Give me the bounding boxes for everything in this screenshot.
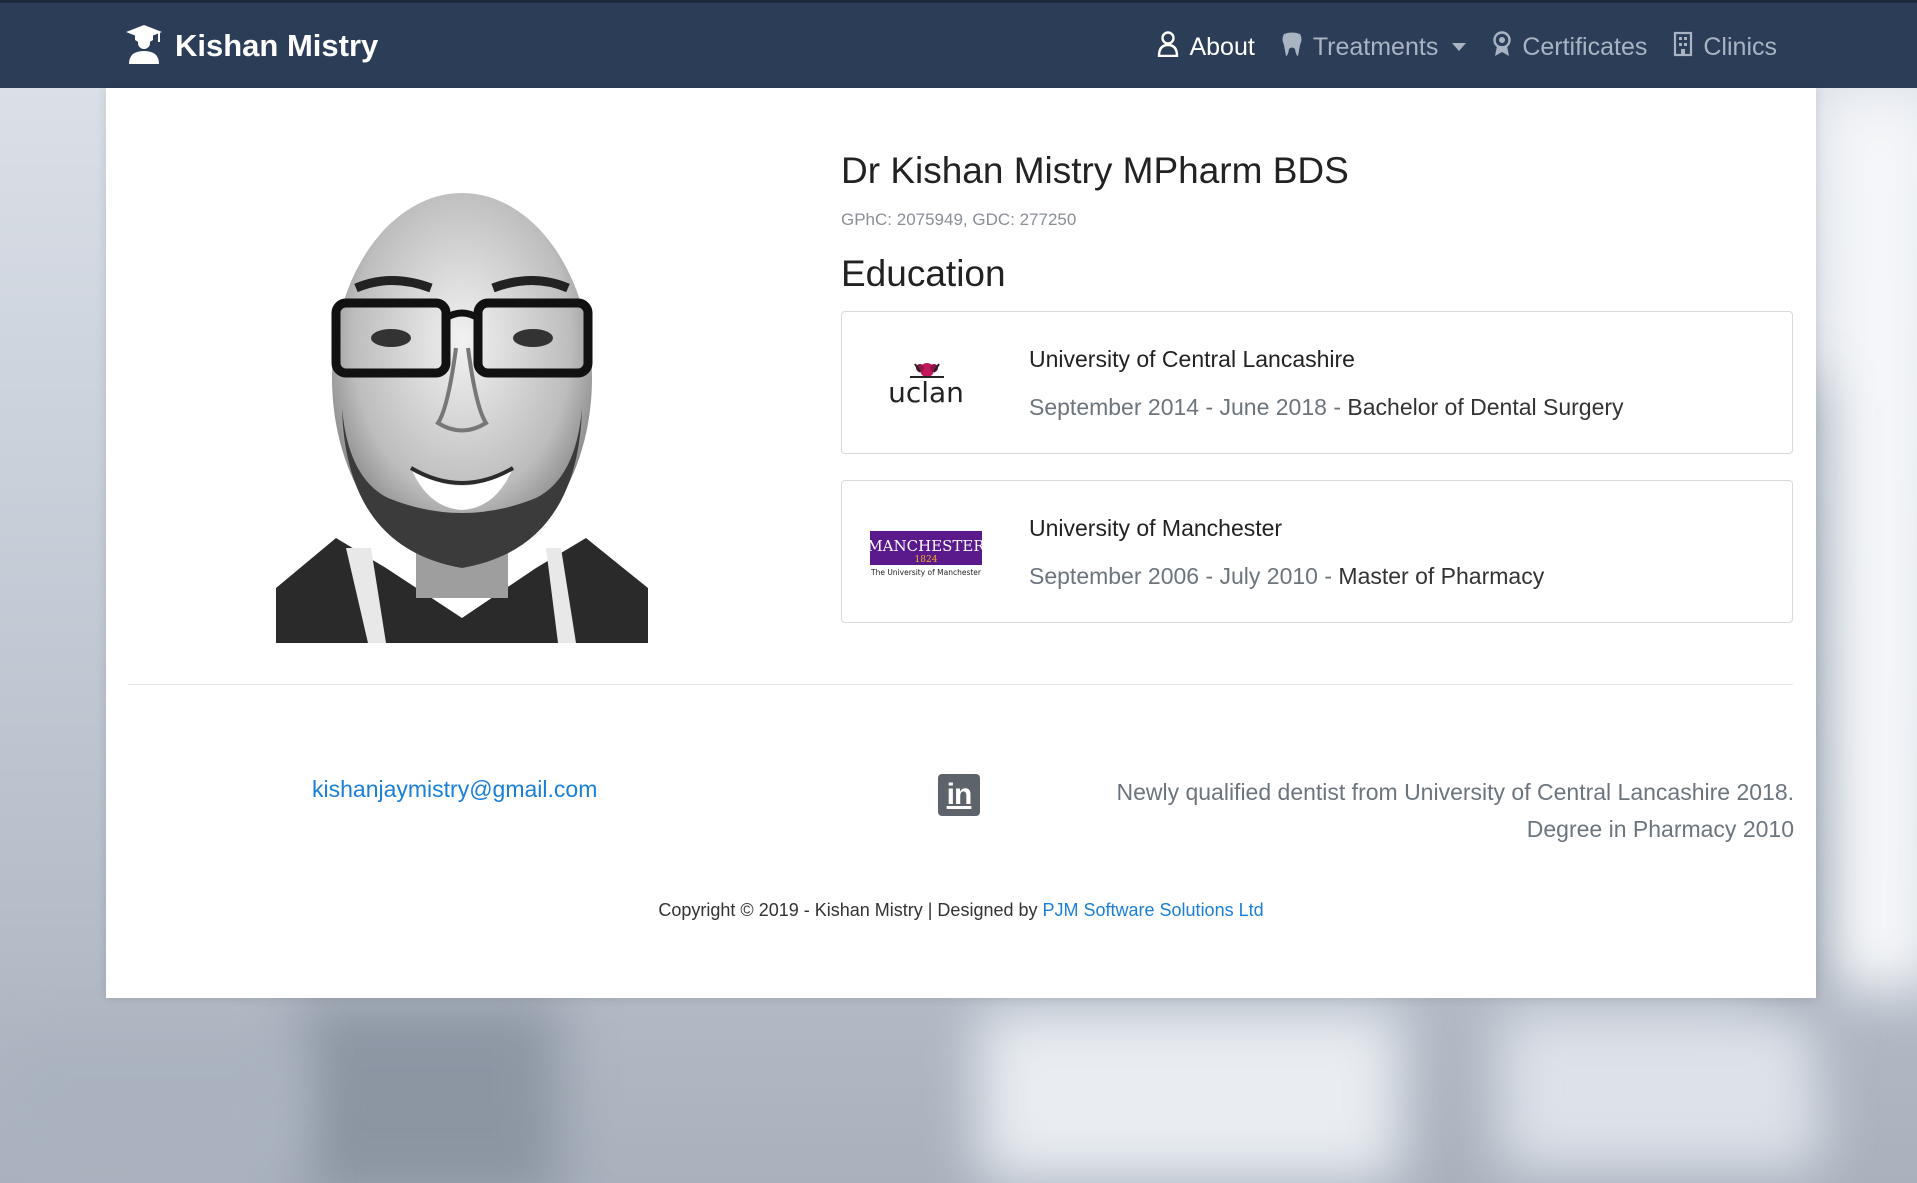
linkedin-icon[interactable]: in bbox=[938, 774, 980, 816]
building-icon bbox=[1673, 31, 1693, 64]
copyright: Copyright © 2019 - Kishan Mistry | Desig… bbox=[658, 900, 1264, 920]
nav-treatments[interactable]: Treatments bbox=[1281, 31, 1467, 64]
svg-text:MANCHESTER: MANCHESTER bbox=[870, 537, 982, 555]
caret-down-icon bbox=[1452, 43, 1467, 51]
nav-menu: About Treatments Certificates Clinics bbox=[1157, 25, 1777, 69]
education-heading: Education bbox=[841, 253, 1006, 294]
doctor-name: Dr Kishan Mistry MPharm BDS bbox=[841, 150, 1349, 191]
degree-name: Bachelor of Dental Surgery bbox=[1347, 394, 1624, 420]
svg-text:uclan: uclan bbox=[888, 376, 964, 409]
nav-about-label: About bbox=[1189, 32, 1255, 61]
svg-text:The University of Manchester: The University of Manchester bbox=[870, 568, 982, 577]
user-icon bbox=[1157, 30, 1179, 64]
education-dates: September 2006 - July 2010 - Master of P… bbox=[1029, 563, 1545, 589]
divider bbox=[128, 684, 1793, 685]
education-card-uclan: uclan University of Central Lancashire S… bbox=[841, 311, 1793, 454]
manchester-logo: MANCHESTER 1824 The University of Manche… bbox=[870, 513, 982, 593]
nav-certificates-label: Certificates bbox=[1522, 32, 1648, 61]
designer-link[interactable]: PJM Software Solutions Ltd bbox=[1043, 900, 1264, 920]
brand[interactable]: Kishan Mistry bbox=[125, 23, 378, 69]
institution-name: University of Central Lancashire bbox=[1029, 346, 1355, 372]
nav-clinics-label: Clinics bbox=[1703, 32, 1777, 61]
navbar: Kishan Mistry About Treatments Certifica… bbox=[0, 0, 1917, 88]
email-link[interactable]: kishanjaymistry@gmail.com bbox=[312, 776, 597, 803]
profile-photo bbox=[276, 148, 648, 643]
award-icon bbox=[1492, 30, 1512, 64]
education-dates: September 2014 - June 2018 - Bachelor of… bbox=[1029, 394, 1624, 420]
svg-text:1824: 1824 bbox=[915, 555, 938, 565]
brand-name: Kishan Mistry bbox=[175, 28, 379, 63]
education-card-manchester: MANCHESTER 1824 The University of Manche… bbox=[841, 480, 1793, 623]
about-text: Newly qualified dentist from University … bbox=[1116, 779, 1794, 842]
rose-icon bbox=[910, 363, 944, 378]
institution-name: University of Manchester bbox=[1029, 515, 1283, 541]
nav-about[interactable]: About bbox=[1157, 30, 1255, 64]
nav-clinics[interactable]: Clinics bbox=[1673, 31, 1777, 64]
uclan-logo: uclan bbox=[870, 344, 982, 424]
degree-name: Master of Pharmacy bbox=[1338, 563, 1545, 589]
graduate-icon bbox=[125, 24, 163, 69]
registration-numbers: GPhC: 2075949, GDC: 277250 bbox=[841, 210, 1077, 229]
nav-treatments-label: Treatments bbox=[1312, 32, 1439, 61]
tooth-icon bbox=[1281, 31, 1303, 64]
main-card: Dr Kishan Mistry MPharm BDS GPhC: 207594… bbox=[106, 88, 1816, 998]
nav-certificates[interactable]: Certificates bbox=[1492, 30, 1648, 64]
